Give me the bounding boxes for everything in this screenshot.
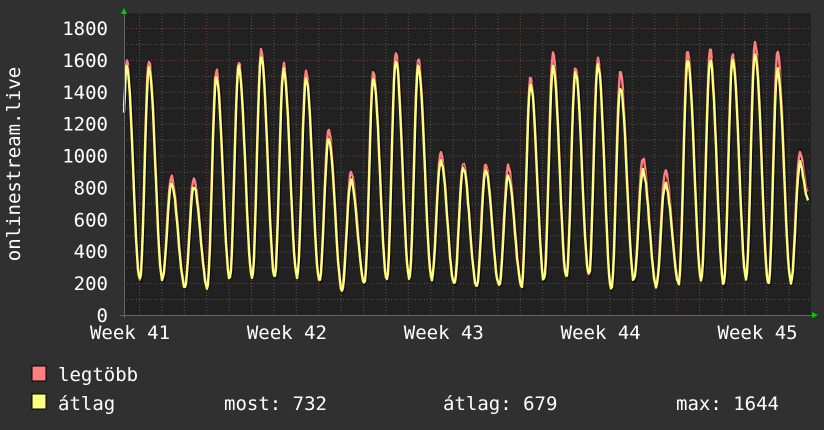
y-tick-label: 600 <box>74 209 108 231</box>
stat-max: max: 1644 <box>676 393 779 415</box>
x-tick-label: Week 45 <box>718 322 798 344</box>
legend-swatch-avg <box>31 393 47 410</box>
y-axis-label: onlinestream.live <box>3 67 25 261</box>
x-tick-label: Week 41 <box>90 322 170 344</box>
y-tick-label: 800 <box>74 177 108 199</box>
x-tick-label: Week 43 <box>404 322 484 344</box>
y-tick-label: 200 <box>74 273 108 295</box>
legend-label-avg: átlag <box>58 393 115 415</box>
y-tick-label: 1400 <box>62 82 108 104</box>
y-tick-label: 1800 <box>62 18 108 40</box>
y-tick-label: 1200 <box>62 114 108 136</box>
y-tick-label: 1600 <box>62 50 108 72</box>
chart: 020040060080010001200140016001800 Week 4… <box>0 0 824 430</box>
x-tick-label: Week 42 <box>247 322 327 344</box>
y-tick-label: 1000 <box>62 146 108 168</box>
x-tick-label: Week 44 <box>561 322 641 344</box>
y-tick-label: 400 <box>74 241 108 263</box>
stat-average: átlag: 679 <box>443 393 557 415</box>
legend-swatch-max <box>31 365 47 382</box>
legend-label-max: legtöbb <box>58 364 138 386</box>
stat-now: most: 732 <box>224 393 327 415</box>
